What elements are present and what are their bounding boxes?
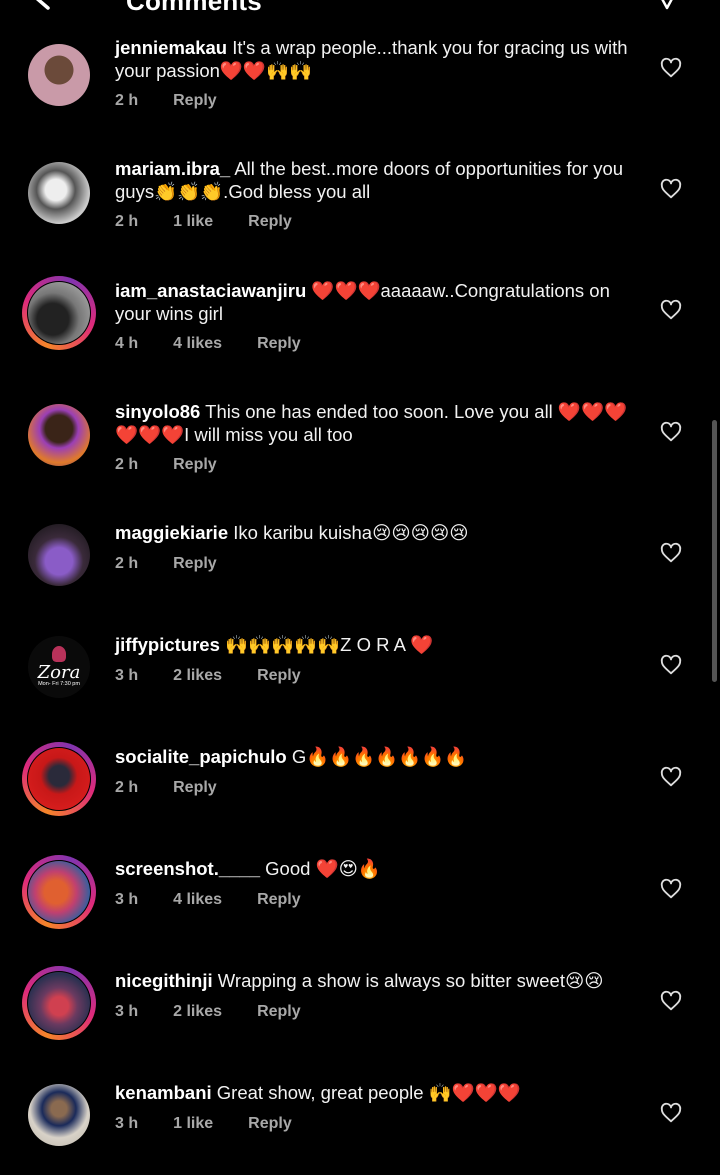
comment-body: 🙌🙌🙌🙌🙌Z O R A ❤️ [225,634,434,655]
avatar[interactable] [22,398,96,472]
reply-button[interactable]: Reply [257,891,301,909]
avatar-story-ring[interactable] [22,742,96,816]
comment-username[interactable]: jenniemakau [115,37,227,58]
reply-button[interactable]: Reply [173,456,217,474]
heart-icon[interactable] [660,421,682,443]
reply-button[interactable]: Reply [257,667,301,685]
avatar[interactable] [22,38,96,112]
comment-time: 3 h [115,1003,139,1020]
like-count[interactable]: 4 likes [173,335,222,353]
like-count[interactable]: 4 likes [173,891,222,909]
header: Comments [0,0,720,24]
back-arrow-icon[interactable] [30,0,70,14]
heart-icon[interactable] [660,766,682,788]
comment-username[interactable]: kenambani [115,1082,212,1103]
comments-screen: Comments jenniemakau It's a wrap people.… [0,0,720,1175]
comment-username[interactable]: nicegithinji [115,970,213,991]
avatar[interactable] [22,518,96,592]
heart-icon[interactable] [660,299,682,321]
like-count[interactable]: 2 likes [173,1003,222,1021]
reply-button[interactable]: Reply [173,555,217,573]
reply-button[interactable]: Reply [248,213,292,231]
comment-body: Iko karibu kuisha😢😢😢😢😢 [233,522,469,543]
comment-time: 2 h [115,92,139,109]
avatar-story-ring[interactable] [22,855,96,929]
reply-button[interactable]: Reply [173,92,217,110]
comment-username[interactable]: jiffypictures [115,634,220,655]
comment-username[interactable]: iam_anastaciawanjiru [115,280,306,301]
comment-body: Wrapping a show is always so bitter swee… [217,970,604,991]
comment-time: 3 h [115,891,139,908]
reply-button[interactable]: Reply [257,1003,301,1021]
scrollbar[interactable] [712,420,717,682]
avatar[interactable] [22,156,96,230]
avatar-brand-text: Zora [37,662,81,683]
comment-body: Great show, great people 🙌❤️❤️❤️ [216,1082,521,1103]
comment-time: 3 h [115,1115,139,1132]
heart-icon[interactable] [660,878,682,900]
heart-icon[interactable] [660,57,682,79]
comment-username[interactable]: screenshot.____ [115,858,260,879]
avatar[interactable] [22,1078,96,1152]
send-icon[interactable] [652,0,682,10]
comment-username[interactable]: mariam.ibra_ [115,158,230,179]
comment-time: 2 h [115,555,139,572]
reply-button[interactable]: Reply [248,1115,292,1133]
comment-time: 4 h [115,335,139,352]
avatar-story-ring[interactable] [22,276,96,350]
comment-username[interactable]: socialite_papichulo [115,746,287,767]
like-count[interactable]: 1 like [173,213,213,231]
like-count[interactable]: 1 like [173,1115,213,1133]
heart-icon[interactable] [660,1102,682,1124]
heart-icon[interactable] [660,542,682,564]
avatar-story-ring[interactable] [22,966,96,1040]
reply-button[interactable]: Reply [257,335,301,353]
reply-button[interactable]: Reply [173,779,217,797]
comment-time: 3 h [115,667,139,684]
comment-username[interactable]: maggiekiarie [115,522,228,543]
comment-time: 2 h [115,213,139,230]
comment-time: 2 h [115,779,139,796]
comment-body: Good ❤️😍🔥 [265,858,381,879]
comment-time: 2 h [115,456,139,473]
page-title: Comments [126,0,262,16]
avatar[interactable]: Zora Mon- Fri 7:30 pm [22,630,96,704]
heart-icon[interactable] [660,178,682,200]
comment-body: G🔥🔥🔥🔥🔥🔥🔥 [291,746,468,767]
like-count[interactable]: 2 likes [173,667,222,685]
heart-icon[interactable] [660,990,682,1012]
comment-username[interactable]: sinyolo86 [115,401,200,422]
avatar-schedule-text: Mon- Fri 7:30 pm [38,681,80,687]
heart-icon[interactable] [660,654,682,676]
